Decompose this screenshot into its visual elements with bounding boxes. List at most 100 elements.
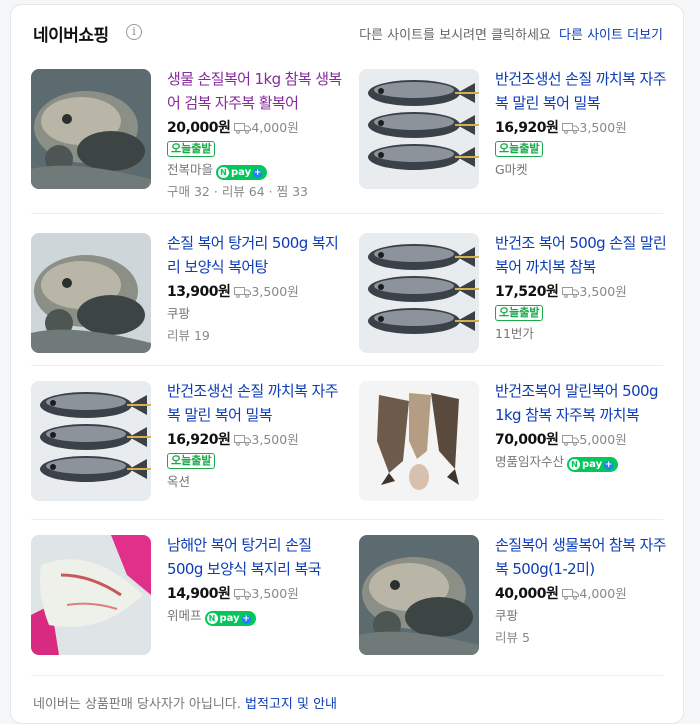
product-title[interactable]: 반건조복어 말린복어 500g 1kg 참복 자주복 까치복 — [495, 379, 670, 427]
footer-notice: 네이버는 상품판매 당사자가 아닙니다. — [33, 697, 241, 712]
plus-icon: + — [604, 460, 614, 470]
seller-name[interactable]: 옥션 — [167, 474, 190, 489]
product-info: 반건조생선 손질 까치복 자주복 말린 복어 밀복 16,920원 3,500원… — [495, 69, 670, 179]
legal-notice-link[interactable]: 법적고지 및 안내 — [245, 697, 337, 712]
seller-line: 쿠팡 — [495, 605, 670, 625]
seller-name[interactable]: 11번가 — [495, 326, 534, 341]
product-price: 40,000원 — [495, 586, 559, 602]
product-title[interactable]: 반건조생선 손질 까치복 자주복 말린 복어 밀복 — [167, 379, 342, 427]
product-thumbnail[interactable] — [359, 69, 479, 189]
product-title[interactable]: 남해안 복어 탕거리 손질 500g 보양식 복지리 복국 — [167, 533, 342, 581]
dried-fish-photo — [359, 233, 479, 353]
price-line: 20,000원 4,000원 — [167, 117, 342, 137]
truck-icon — [234, 435, 252, 446]
product-thumbnail[interactable] — [31, 535, 151, 655]
npay-badge: Npay + — [204, 611, 256, 626]
product-thumbnail[interactable] — [359, 233, 479, 353]
fillet-photo — [31, 535, 151, 655]
meta-item: 찜 33 — [276, 184, 309, 199]
other-sites-prompt: 다른 사이트를 보시려면 클릭하세요 — [359, 28, 551, 43]
product-title[interactable]: 반건조 복어 500g 손질 말린 복어 까치복 참복 — [495, 231, 670, 279]
product-price: 13,900원 — [167, 284, 231, 300]
price-line: 40,000원 4,000원 — [495, 583, 670, 603]
today-ship-badge: 오늘출발 — [167, 141, 216, 157]
shipping-fee: 4,000원 — [579, 586, 627, 601]
dried-fish-photo — [359, 381, 479, 501]
product-info: 손질복어 생물복어 참복 자주복 500g(1-2미) 40,000원 4,00… — [495, 535, 670, 647]
product-meta: 리뷰 5 — [495, 627, 670, 647]
seller-line: 명품임자수산 Npay + — [495, 451, 670, 472]
fish-photo — [31, 233, 151, 353]
plus-icon: + — [253, 168, 263, 178]
npay-n-icon: N — [206, 613, 218, 624]
meta-item: 리뷰 5 — [495, 630, 530, 645]
product-info: 남해안 복어 탕거리 손질 500g 보양식 복지리 복국 14,900원 3,… — [167, 533, 342, 626]
product-thumbnail[interactable] — [359, 381, 479, 501]
product-meta: 리뷰 19 — [167, 325, 342, 345]
more-sites-link[interactable]: 다른 사이트 더보기 — [559, 28, 663, 43]
seller-name[interactable]: 쿠팡 — [495, 608, 518, 623]
shipping-fee: 3,500원 — [251, 586, 299, 601]
truck-icon — [562, 589, 580, 600]
info-icon[interactable]: i — [126, 24, 142, 40]
seller-name[interactable]: 쿠팡 — [167, 306, 190, 321]
product-info: 반건조생선 손질 까치복 자주복 말린 복어 밀복 16,920원 3,500원… — [167, 381, 342, 491]
product-info: 반건조복어 말린복어 500g 1kg 참복 자주복 까치복 70,000원 5… — [495, 379, 670, 472]
product-title[interactable]: 반건조생선 손질 까치복 자주복 말린 복어 밀복 — [495, 67, 670, 115]
product-item[interactable]: 반건조 복어 500g 손질 말린 복어 까치복 참복 17,520원 3,50… — [359, 233, 679, 357]
meta-dot: · — [264, 184, 277, 199]
truck-icon — [234, 287, 252, 298]
truck-icon — [234, 123, 252, 134]
npay-label: pay — [219, 613, 240, 624]
product-price: 20,000원 — [167, 120, 231, 136]
today-ship-badge: 오늘출발 — [495, 141, 544, 157]
product-thumbnail[interactable] — [359, 535, 479, 655]
row-divider — [31, 365, 663, 366]
seller-line: 위메프 Npay + — [167, 605, 342, 626]
seller-name[interactable]: 위메프 — [167, 608, 202, 623]
npay-badge: Npay + — [216, 165, 268, 180]
price-line: 13,900원 3,500원 — [167, 281, 342, 301]
product-info: 생물 손질복어 1kg 참복 생복어 검복 자주복 활복어 20,000원 4,… — [167, 69, 342, 201]
shipping-fee: 3,500원 — [251, 284, 299, 299]
product-item[interactable]: 반건조복어 말린복어 500g 1kg 참복 자주복 까치복 70,000원 5… — [359, 381, 679, 505]
npay-label: pay — [231, 167, 252, 178]
seller-name[interactable]: 전복마을 — [167, 162, 213, 177]
product-title[interactable]: 손질 복어 탕거리 500g 복지리 보양식 복어탕 — [167, 231, 342, 279]
product-title[interactable]: 생물 손질복어 1kg 참복 생복어 검복 자주복 활복어 — [167, 67, 342, 115]
seller-name[interactable]: 명품임자수산 — [495, 454, 564, 469]
shipping-fee: 3,500원 — [579, 284, 627, 299]
shipping-fee: 5,000원 — [579, 432, 627, 447]
dried-fish-photo — [359, 69, 479, 189]
product-item[interactable]: 손질 복어 탕거리 500g 복지리 보양식 복어탕 13,900원 3,500… — [31, 233, 351, 357]
seller-line: 11번가 — [495, 323, 670, 343]
product-item[interactable]: 반건조생선 손질 까치복 자주복 말린 복어 밀복 16,920원 3,500원… — [31, 381, 351, 505]
today-ship-badge: 오늘출발 — [495, 305, 544, 321]
product-item[interactable]: 생물 손질복어 1kg 참복 생복어 검복 자주복 활복어 20,000원 4,… — [31, 69, 351, 199]
truck-icon — [562, 435, 580, 446]
product-item[interactable]: 반건조생선 손질 까치복 자주복 말린 복어 밀복 16,920원 3,500원… — [359, 69, 679, 193]
shipping-fee: 4,000원 — [251, 120, 299, 135]
row-divider — [31, 675, 663, 676]
npay-n-icon: N — [218, 167, 230, 178]
seller-name[interactable]: G마켓 — [495, 162, 528, 177]
npay-badge: Npay + — [567, 457, 619, 472]
header-right: 다른 사이트를 보시려면 클릭하세요 다른 사이트 더보기 — [359, 24, 663, 43]
product-thumbnail[interactable] — [31, 233, 151, 353]
meta-dot: · — [209, 184, 222, 199]
plus-icon: + — [241, 614, 251, 624]
fish-photo — [31, 69, 151, 189]
seller-line: 쿠팡 — [167, 303, 342, 323]
product-thumbnail[interactable] — [31, 381, 151, 501]
product-meta: 구매 32 · 리뷰 64 · 찜 33 — [167, 181, 342, 201]
section-title[interactable]: 네이버쇼핑 — [33, 21, 109, 46]
product-item[interactable]: 손질복어 생물복어 참복 자주복 500g(1-2미) 40,000원 4,00… — [359, 535, 679, 659]
truck-icon — [562, 287, 580, 298]
product-item[interactable]: 남해안 복어 탕거리 손질 500g 보양식 복지리 복국 14,900원 3,… — [31, 535, 351, 659]
product-thumbnail[interactable] — [31, 69, 151, 189]
truck-icon — [234, 589, 252, 600]
product-title[interactable]: 손질복어 생물복어 참복 자주복 500g(1-2미) — [495, 533, 670, 581]
product-price: 16,920원 — [167, 432, 231, 448]
fish-photo — [359, 535, 479, 655]
seller-line: 옥션 — [167, 471, 342, 491]
